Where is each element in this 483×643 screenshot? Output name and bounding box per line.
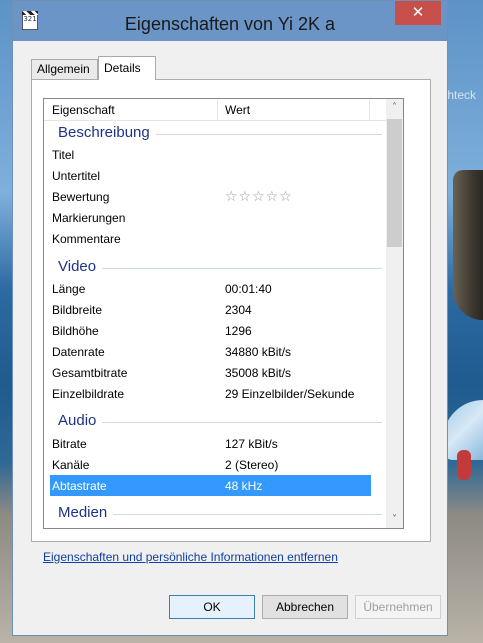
scrollbar-thumb[interactable]: [387, 119, 402, 247]
list-item[interactable]: Bewertung ☆☆☆☆☆: [44, 186, 387, 207]
cliff-image: [453, 170, 483, 320]
close-icon: ✕: [411, 3, 425, 21]
list-item[interactable]: Bildhöhe 1296: [44, 320, 387, 341]
remove-properties-link[interactable]: Eigenschaften und persönliche Informatio…: [43, 550, 338, 564]
dialog-client: Allgemein Details Eigenschaft Wert Besch…: [21, 41, 441, 629]
list-item[interactable]: Kanäle 2 (Stereo): [44, 454, 387, 475]
list-item[interactable]: Untertitel: [44, 165, 387, 186]
list-item[interactable]: Bitrate 127 kBit/s: [44, 433, 387, 454]
tab-allgemein[interactable]: Allgemein: [31, 59, 98, 79]
list-item[interactable]: Datenrate 34880 kBit/s: [44, 341, 387, 362]
list-item[interactable]: Einzelbildrate 29 Einzelbilder/Sekunde: [44, 383, 387, 404]
list-item[interactable]: Gesamtbitrate 35008 kBit/s: [44, 362, 387, 383]
apply-button[interactable]: Übernehmen: [355, 595, 441, 619]
list-item[interactable]: Kommentare: [44, 228, 387, 249]
list-item[interactable]: Länge 00:01:40: [44, 278, 387, 299]
property-list[interactable]: Eigenschaft Wert Beschreibung Titel Unte…: [43, 98, 404, 529]
scroll-up-icon[interactable]: ˄: [386, 99, 403, 116]
vertical-scrollbar[interactable]: ˄ ˅: [386, 99, 403, 528]
close-button[interactable]: ✕: [395, 1, 441, 25]
details-panel: Eigenschaft Wert Beschreibung Titel Unte…: [31, 79, 431, 542]
title-bar[interactable]: 321 Eigenschaften von Yi 2K a ✕: [13, 1, 447, 41]
list-item-selected[interactable]: Abtastrate 48 kHz: [50, 475, 371, 496]
scroll-down-icon[interactable]: ˅: [386, 511, 403, 528]
group-medien[interactable]: Medien: [44, 502, 387, 524]
header-value[interactable]: Wert: [225, 103, 250, 117]
group-audio[interactable]: Audio: [44, 410, 387, 432]
person-image: [457, 450, 471, 480]
group-video[interactable]: Video: [44, 256, 387, 278]
window-title: Eigenschaften von Yi 2K a: [124, 14, 336, 34]
rating-stars-icon[interactable]: ☆☆☆☆☆: [225, 189, 293, 205]
group-beschreibung[interactable]: Beschreibung: [44, 122, 387, 144]
header-property[interactable]: Eigenschaft: [52, 103, 115, 117]
list-item[interactable]: Bildbreite 2304: [44, 299, 387, 320]
list-item[interactable]: Markierungen: [44, 207, 387, 228]
list-item[interactable]: Titel: [44, 144, 387, 165]
ok-button[interactable]: OK: [169, 595, 255, 619]
cancel-button[interactable]: Abbrechen: [262, 595, 348, 619]
tab-details[interactable]: Details: [98, 56, 156, 80]
list-header: Eigenschaft Wert: [44, 99, 387, 121]
properties-dialog: 321 Eigenschaften von Yi 2K a ✕ Allgemei…: [12, 0, 448, 636]
